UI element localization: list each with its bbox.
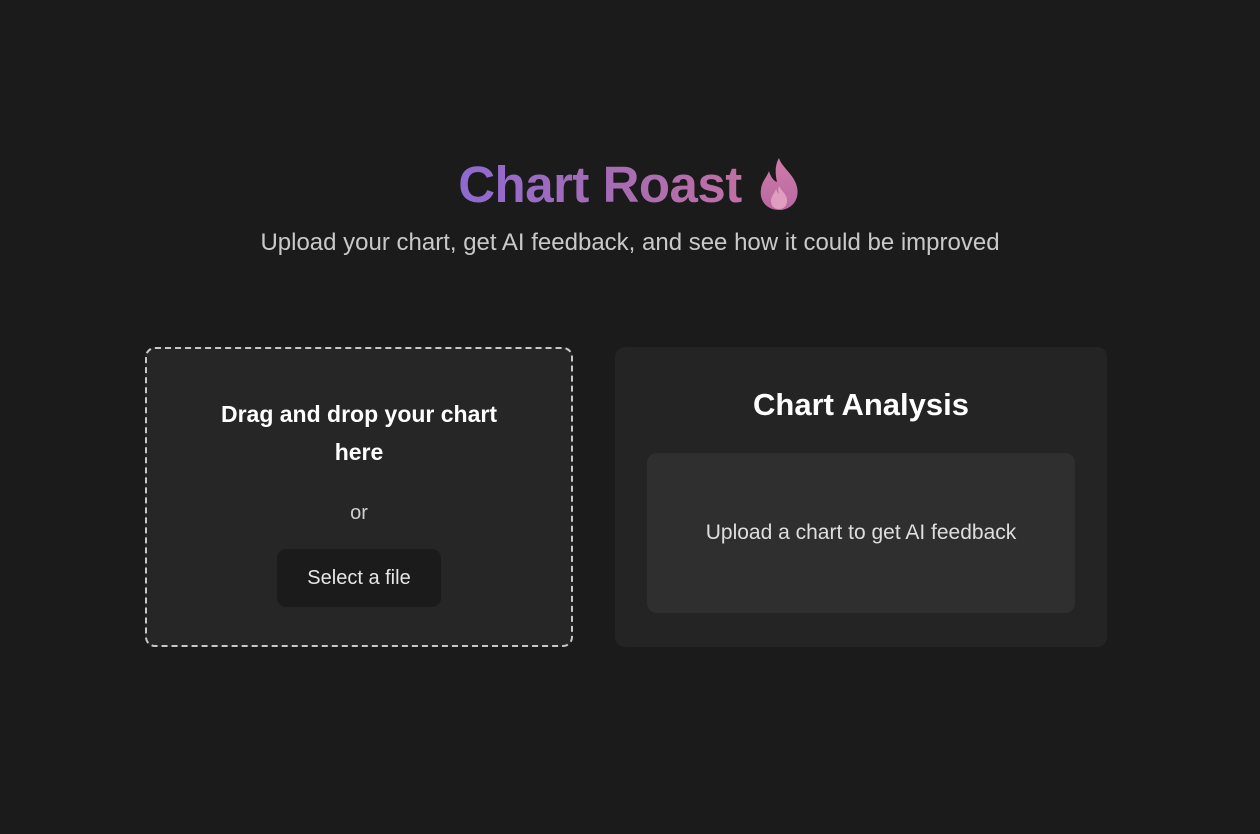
select-file-button[interactable]: Select a file <box>277 549 441 607</box>
app-page: Chart Roast Upload your chart, get AI fe… <box>0 0 1260 834</box>
analysis-result-box: Upload a chart to get AI feedback <box>647 453 1075 613</box>
dropzone-or-text: or <box>350 502 368 524</box>
page-subtitle: Upload your chart, get AI feedback, and … <box>260 229 1000 256</box>
title-row: Chart Roast <box>0 150 1260 220</box>
analysis-title: Chart Analysis <box>753 387 969 422</box>
page-title: Chart Roast <box>458 150 742 220</box>
dropzone-heading: Drag and drop your chart here <box>220 401 498 465</box>
flame-icon <box>756 156 802 212</box>
analysis-panel: Chart Analysis Upload a chart to get AI … <box>615 347 1107 647</box>
upload-dropzone[interactable]: Drag and drop your chart here or Select … <box>145 347 573 647</box>
page-header: Chart Roast Upload your chart, get AI fe… <box>0 150 1260 258</box>
analysis-placeholder: Upload a chart to get AI feedback <box>705 521 1017 544</box>
